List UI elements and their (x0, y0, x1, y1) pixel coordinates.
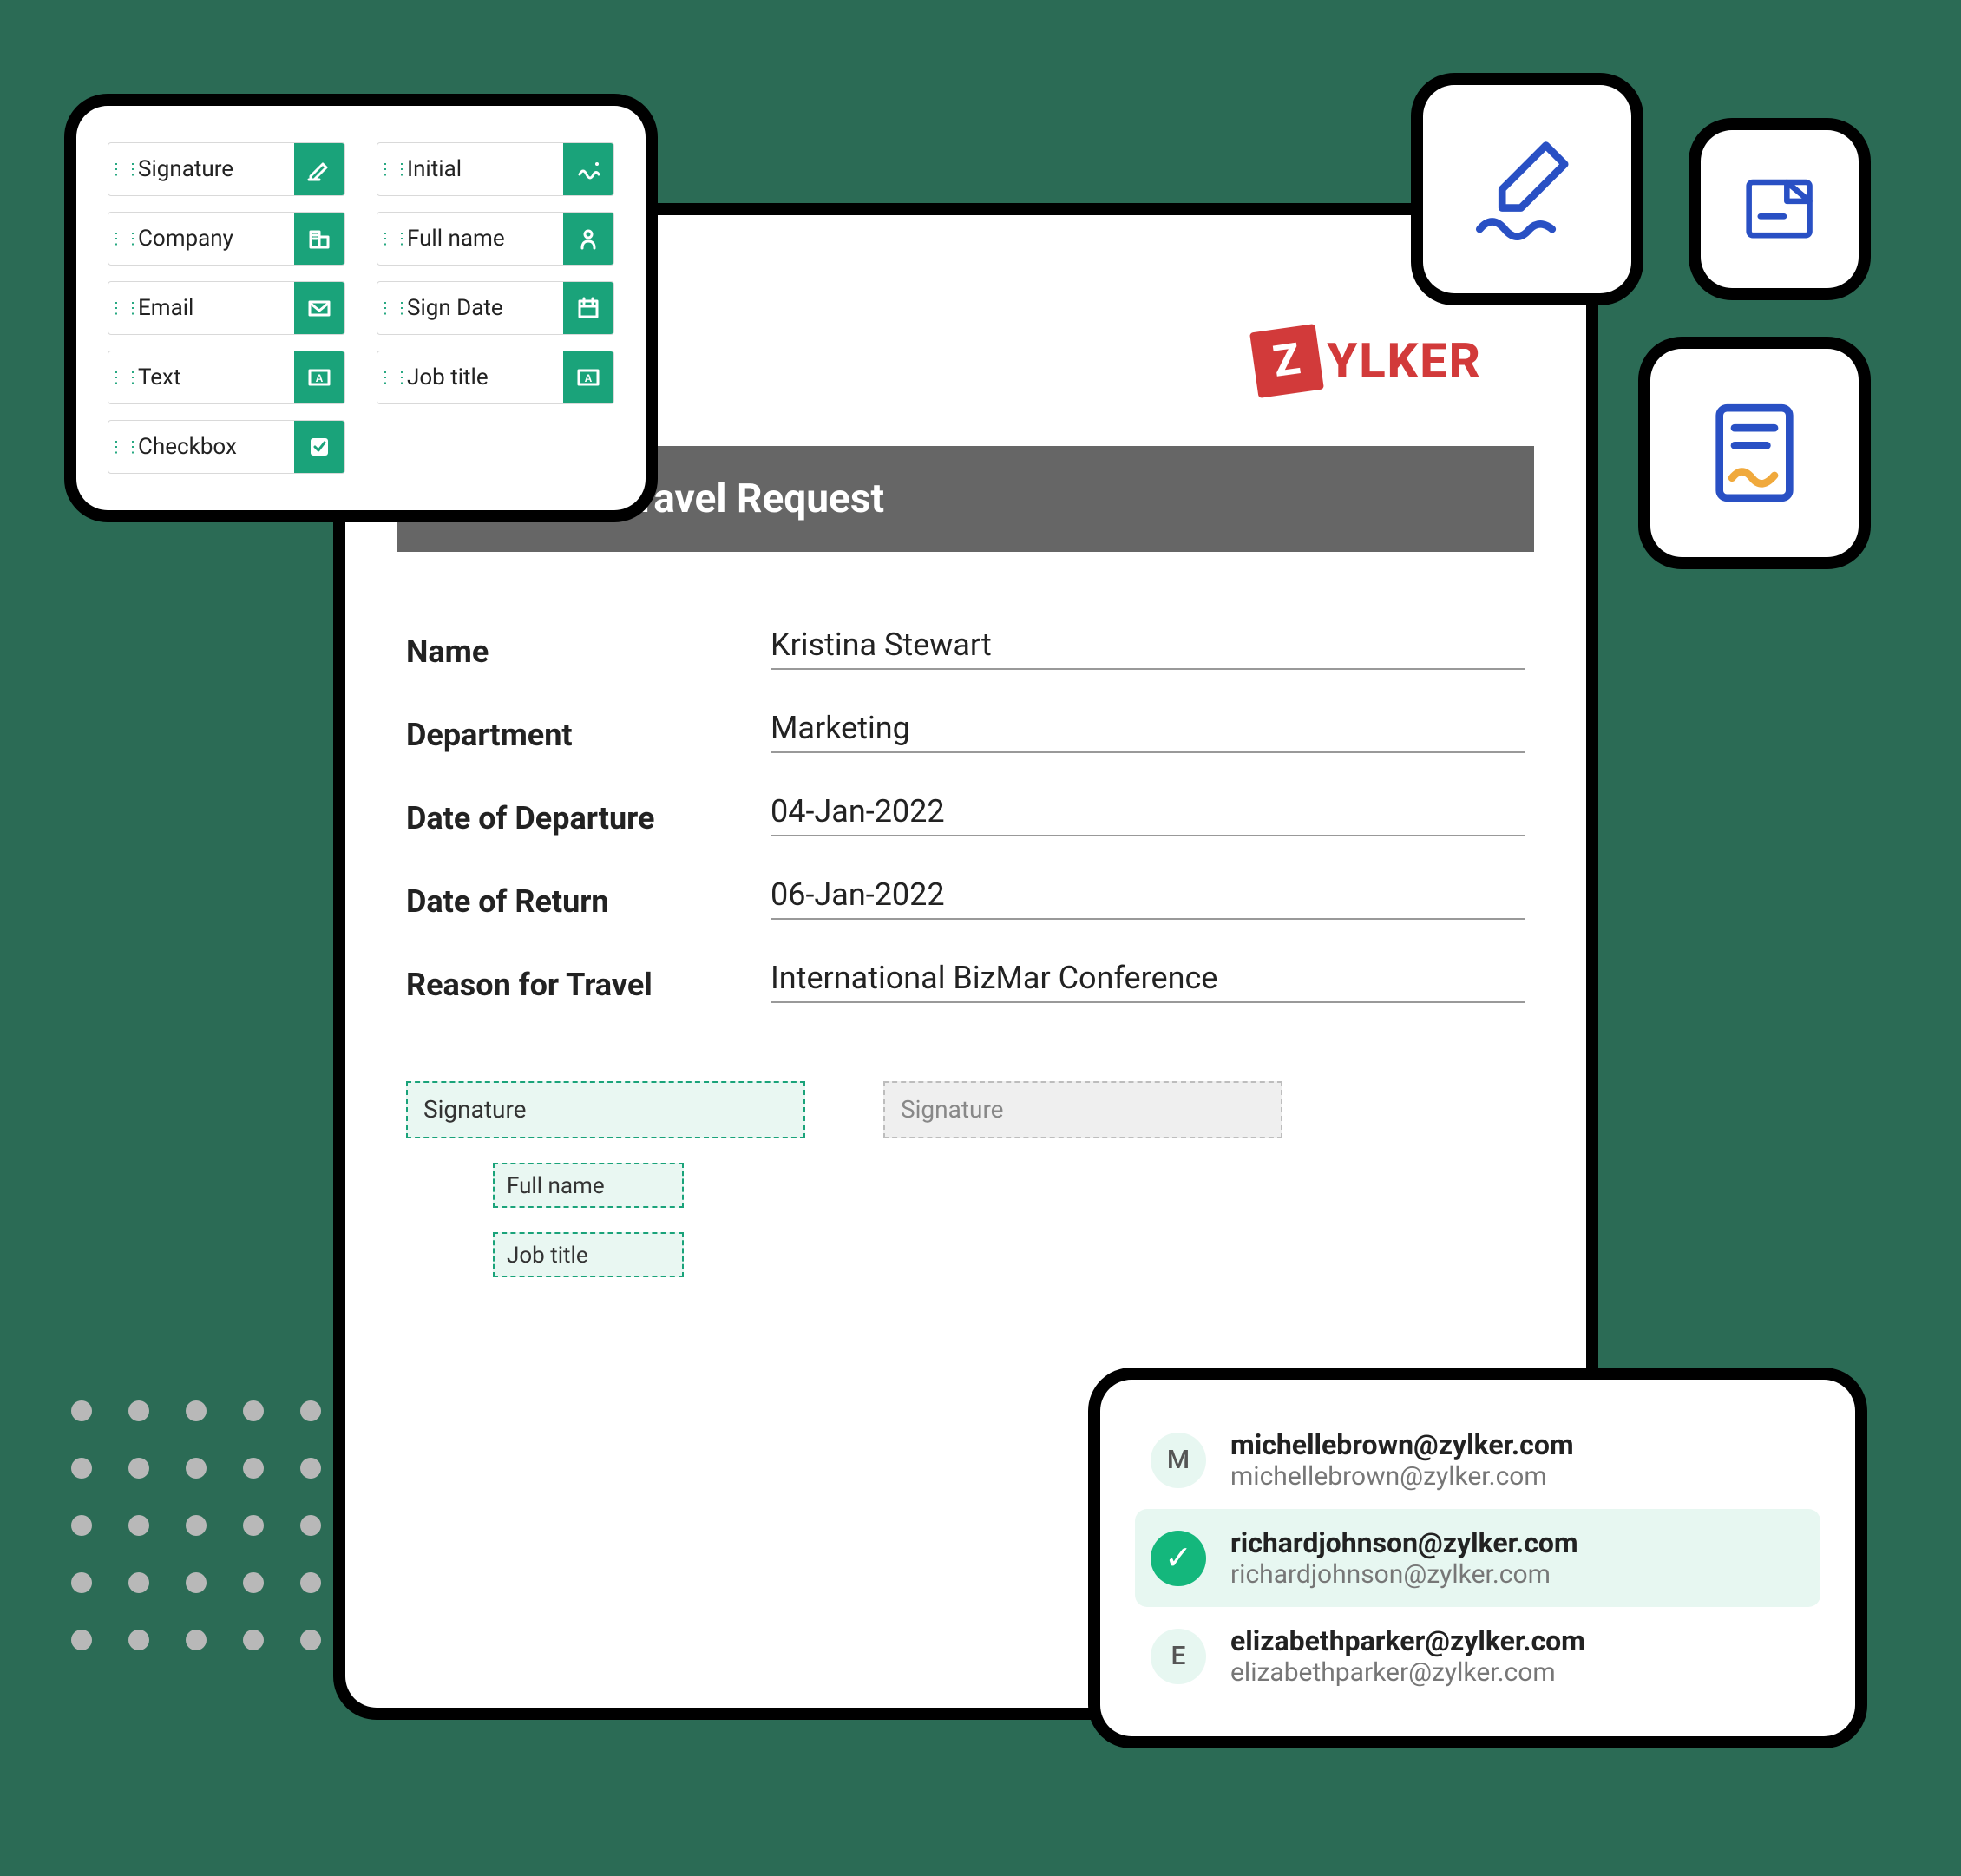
field-type-textbox[interactable]: Job title A (377, 351, 614, 404)
drag-handle-icon[interactable] (377, 299, 402, 318)
form-row: Reason for Travel International BizMar C… (397, 954, 1534, 1003)
field-value-department[interactable]: Marketing (771, 705, 1525, 753)
drag-handle-icon[interactable] (377, 230, 402, 248)
company-icon (294, 213, 344, 265)
field-label-reason: Reason for Travel (406, 967, 771, 1003)
recipient-email: michellebrown@zylker.com (1230, 1461, 1574, 1492)
drag-handle-icon[interactable] (108, 438, 133, 456)
field-type-email[interactable]: Email (108, 281, 345, 335)
field-palette: Signature Initial Company Full name Email Sig… (76, 106, 646, 510)
field-type-label: Checkbox (133, 434, 294, 460)
signed-doc-icon (1692, 390, 1817, 515)
form-row: Department Marketing (397, 705, 1534, 753)
field-type-signature[interactable]: Signature (108, 142, 345, 196)
feature-card-sign (1423, 85, 1631, 293)
field-value-reason[interactable]: International BizMar Conference (771, 954, 1525, 1003)
brand-badge: Z (1250, 324, 1325, 398)
field-label-return: Date of Return (406, 883, 771, 920)
recipient-picker: Mmichellebrown@zylker.commichellebrown@z… (1100, 1380, 1855, 1736)
svg-text:A: A (316, 372, 324, 384)
drag-handle-icon[interactable] (108, 230, 133, 248)
field-type-label: Text (133, 364, 294, 390)
field-type-label: Email (133, 295, 294, 321)
calendar-icon (563, 282, 613, 334)
avatar-initial: E (1151, 1629, 1206, 1684)
field-type-company[interactable]: Company (108, 212, 345, 266)
checkbox-icon (294, 421, 344, 473)
sign-icon (1465, 127, 1590, 252)
placeholder-signature-signer2[interactable]: Signature (883, 1081, 1282, 1138)
field-type-label: Job title (402, 364, 563, 390)
recipient-name: richardjohnson@zylker.com (1230, 1526, 1578, 1559)
field-type-label: Initial (402, 156, 563, 182)
drag-handle-icon[interactable] (377, 161, 402, 179)
form-row: Name Kristina Stewart (397, 621, 1534, 670)
recipient-row[interactable]: Mmichellebrown@zylker.commichellebrown@z… (1135, 1411, 1820, 1509)
field-type-label: Company (133, 226, 294, 252)
field-value-departure[interactable]: 04-Jan-2022 (771, 788, 1525, 836)
field-type-label: Full name (402, 226, 563, 252)
field-label-name: Name (406, 633, 771, 670)
recipient-row[interactable]: Eelizabethparker@zylker.comelizabethpark… (1135, 1607, 1820, 1705)
recipient-email: elizabethparker@zylker.com (1230, 1657, 1585, 1688)
field-type-initial[interactable]: Initial (377, 142, 614, 196)
form-row: Date of Departure 04-Jan-2022 (397, 788, 1534, 836)
check-icon: ✓ (1151, 1531, 1206, 1586)
drag-handle-icon[interactable] (108, 369, 133, 387)
placeholder-jobtitle-signer1[interactable]: Job title (493, 1232, 684, 1277)
initial-icon (563, 143, 613, 195)
recipient-row[interactable]: ✓ richardjohnson@zylker.comrichardjohnson… (1135, 1509, 1820, 1607)
field-type-label: Sign Date (402, 295, 563, 321)
textbox-icon: A (294, 351, 344, 403)
svg-text:A: A (585, 372, 593, 384)
recipient-name: elizabethparker@zylker.com (1230, 1624, 1585, 1657)
drag-handle-icon[interactable] (108, 299, 133, 318)
brand-text: YLKER (1327, 332, 1482, 390)
send-doc-icon (1732, 161, 1827, 256)
drag-handle-icon[interactable] (108, 161, 133, 179)
field-type-checkbox[interactable]: Checkbox (108, 420, 345, 474)
placeholder-signature-signer1[interactable]: Signature (406, 1081, 805, 1138)
avatar-initial: M (1151, 1433, 1206, 1488)
field-label-departure: Date of Departure (406, 800, 771, 836)
field-value-name[interactable]: Kristina Stewart (771, 621, 1525, 670)
field-type-person[interactable]: Full name (377, 212, 614, 266)
textbox-icon: A (563, 351, 613, 403)
field-label-department: Department (406, 717, 771, 753)
recipient-email: richardjohnson@zylker.com (1230, 1559, 1578, 1590)
field-value-return[interactable]: 06-Jan-2022 (771, 871, 1525, 920)
drag-handle-icon[interactable] (377, 369, 402, 387)
email-icon (294, 282, 344, 334)
placeholder-fullname-signer1[interactable]: Full name (493, 1163, 684, 1208)
person-icon (563, 213, 613, 265)
field-type-label: Signature (133, 156, 294, 182)
form-row: Date of Return 06-Jan-2022 (397, 871, 1534, 920)
recipient-name: michellebrown@zylker.com (1230, 1428, 1574, 1461)
signature-icon (294, 143, 344, 195)
feature-card-send (1701, 130, 1859, 288)
field-type-calendar[interactable]: Sign Date (377, 281, 614, 335)
feature-card-signed-doc (1650, 349, 1859, 557)
field-type-textbox[interactable]: Text A (108, 351, 345, 404)
